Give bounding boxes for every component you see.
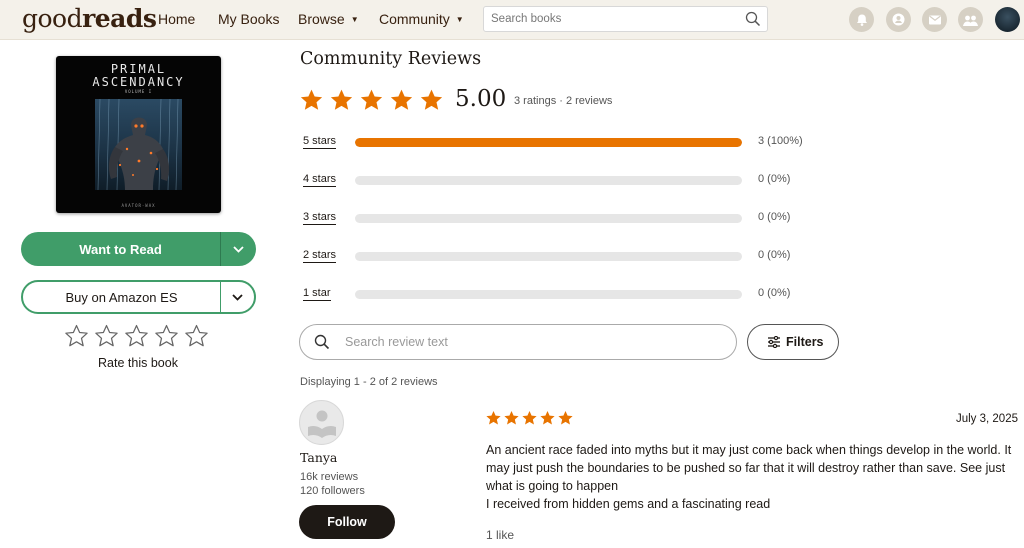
cover-title-line1: PRIMAL xyxy=(110,62,167,76)
histogram-2-stars-link[interactable]: 2 stars xyxy=(303,249,337,263)
cover-author: AVATOR·WAX xyxy=(121,203,156,208)
filled-star-icon xyxy=(504,411,519,425)
histogram-row-2-stars: 2 stars 0 (0%) xyxy=(303,249,823,263)
histogram-count: 0 (0%) xyxy=(758,211,791,223)
goodreads-logo[interactable]: goodreads xyxy=(22,4,157,33)
sliders-icon xyxy=(767,335,781,351)
rate-this-book-label: Rate this book xyxy=(98,356,178,370)
filled-star-icon xyxy=(486,411,501,425)
histogram-5-stars-link[interactable]: 5 stars xyxy=(303,135,337,149)
review-date[interactable]: July 3, 2025 xyxy=(930,413,1018,425)
reviewer-review-count: 16k reviews xyxy=(300,471,359,483)
top-navigation-bar: goodreads Home My Books Browse ▼ Communit… xyxy=(0,0,1024,40)
filled-star-icon xyxy=(420,89,443,110)
histogram-row-3-stars: 3 stars 0 (0%) xyxy=(303,211,823,225)
shelf-dropdown-chevron-icon[interactable] xyxy=(221,232,256,266)
filled-star-icon xyxy=(330,89,353,110)
review-paragraph: An ancient race faded into myths but it … xyxy=(486,443,1012,493)
displaying-count: Displaying 1 - 2 of 2 reviews xyxy=(300,376,438,388)
caret-down-icon: ▼ xyxy=(350,15,359,24)
nav-my-books-label: My Books xyxy=(218,11,280,27)
histogram-count: 0 (0%) xyxy=(758,287,791,299)
review-likes-count[interactable]: 1 like xyxy=(486,528,514,542)
review-search-input[interactable]: Search review text xyxy=(299,324,737,360)
histogram-bar[interactable] xyxy=(355,252,742,261)
store-dropdown-chevron-icon[interactable] xyxy=(221,282,254,312)
reader-placeholder-icon xyxy=(307,410,336,438)
rate-star-3-icon[interactable] xyxy=(124,324,149,348)
reviewer-name[interactable]: Tanya xyxy=(300,450,337,465)
want-to-read-button[interactable]: Want to Read xyxy=(21,232,256,266)
reviewer-followers-count: 120 followers xyxy=(300,485,365,497)
histogram-count: 0 (0%) xyxy=(758,173,791,185)
profile-avatar[interactable] xyxy=(995,7,1020,32)
book-cover[interactable]: PRIMAL ASCENDANCY VOLUME I AVATOR·WAX xyxy=(56,56,221,213)
histogram-row-1-star: 1 star 0 (0%) xyxy=(303,287,823,301)
rate-star-2-icon[interactable] xyxy=(94,324,119,348)
search-icon[interactable] xyxy=(745,11,761,30)
rate-star-5-icon[interactable] xyxy=(184,324,209,348)
review-rating-stars xyxy=(485,410,574,426)
nav-home-label: Home xyxy=(158,11,196,27)
histogram-bar[interactable] xyxy=(355,138,742,147)
reviewer-avatar[interactable] xyxy=(299,400,344,445)
caret-down-icon: ▼ xyxy=(455,15,464,24)
histogram-row-5-stars: 5 stars 3 (100%) xyxy=(303,135,823,149)
histogram-count: 0 (0%) xyxy=(758,249,791,261)
histogram-row-4-stars: 4 stars 0 (0%) xyxy=(303,173,823,187)
filled-star-icon xyxy=(390,89,413,110)
rate-star-1-icon[interactable] xyxy=(64,324,89,348)
community-reviews-heading: Community Reviews xyxy=(300,49,482,69)
logo-text-light: good xyxy=(22,4,83,33)
review-body: An ancient race faded into myths but it … xyxy=(486,441,1018,513)
cover-illustration xyxy=(95,99,182,190)
logo-text-bold: reads xyxy=(82,4,157,33)
histogram-bar-fill xyxy=(355,138,742,147)
messages-icon[interactable] xyxy=(922,7,947,32)
histogram-count: 3 (100%) xyxy=(758,135,803,147)
nav-browse-label: Browse xyxy=(298,11,345,27)
search-icon xyxy=(314,334,330,355)
buy-on-amazon-button[interactable]: Buy on Amazon ES xyxy=(21,280,256,314)
histogram-bar[interactable] xyxy=(355,176,742,185)
buy-on-amazon-label: Buy on Amazon ES xyxy=(65,290,178,305)
want-to-read-label: Want to Read xyxy=(79,242,162,257)
notifications-icon[interactable] xyxy=(849,7,874,32)
filters-button[interactable]: Filters xyxy=(747,324,839,360)
filled-star-icon xyxy=(522,411,537,425)
rate-this-book-stars xyxy=(64,324,209,348)
friends-chat-icon[interactable] xyxy=(886,7,911,32)
cover-subtitle: VOLUME I xyxy=(124,89,153,94)
average-rating-value: 5.00 xyxy=(455,86,507,112)
nav-my-books[interactable]: My Books xyxy=(218,11,279,27)
histogram-1-star-link[interactable]: 1 star xyxy=(303,287,331,301)
review-paragraph: I received from hidden gems and a fascin… xyxy=(486,497,771,511)
histogram-4-stars-link[interactable]: 4 stars xyxy=(303,173,337,187)
histogram-3-stars-link[interactable]: 3 stars xyxy=(303,211,337,225)
filled-star-icon xyxy=(540,411,555,425)
nav-community-label: Community xyxy=(379,11,450,27)
book-search-placeholder: Search books xyxy=(491,13,562,25)
filters-label: Filters xyxy=(786,335,824,349)
nav-browse[interactable]: Browse ▼ xyxy=(298,11,359,27)
histogram-bar[interactable] xyxy=(355,290,742,299)
review-search-placeholder: Search review text xyxy=(345,335,448,349)
rate-star-4-icon[interactable] xyxy=(154,324,179,348)
average-rating-stars xyxy=(299,88,444,112)
filled-star-icon xyxy=(558,411,573,425)
nav-home[interactable]: Home xyxy=(158,11,195,27)
cover-title-line2: ASCENDANCY xyxy=(92,75,185,89)
book-search-input[interactable]: Search books xyxy=(483,6,768,32)
filled-star-icon xyxy=(360,89,383,110)
follow-button[interactable]: Follow xyxy=(299,505,395,539)
histogram-bar[interactable] xyxy=(355,214,742,223)
friends-icon[interactable] xyxy=(958,7,983,32)
ratings-reviews-count[interactable]: 3 ratings · 2 reviews xyxy=(514,95,612,107)
filled-star-icon xyxy=(300,89,323,110)
nav-community[interactable]: Community ▼ xyxy=(379,11,464,27)
